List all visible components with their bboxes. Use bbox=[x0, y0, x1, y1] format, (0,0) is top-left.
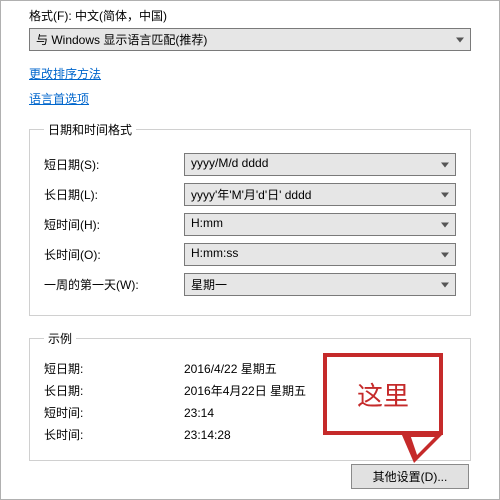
long-date-value: yyyy'年'M'月'd'日' dddd bbox=[191, 188, 311, 202]
long-time-label: 长时间(O): bbox=[44, 246, 184, 263]
example-short-time-label: 短时间: bbox=[44, 404, 184, 421]
first-day-value: 星期一 bbox=[191, 278, 227, 292]
first-day-label: 一周的第一天(W): bbox=[44, 276, 184, 293]
examples-legend: 示例 bbox=[44, 330, 76, 347]
short-date-label: 短日期(S): bbox=[44, 156, 184, 173]
format-combo-value: 与 Windows 显示语言匹配(推荐) bbox=[36, 33, 207, 47]
format-combo[interactable]: 与 Windows 显示语言匹配(推荐) bbox=[29, 28, 471, 51]
other-settings-button[interactable]: 其他设置(D)... bbox=[351, 464, 469, 489]
first-day-combo[interactable]: 星期一 bbox=[184, 273, 456, 296]
examples-group: 示例 短日期: 2016/4/22 星期五 长日期: 2016年4月22日 星期… bbox=[29, 330, 471, 461]
format-label: 格式(F): 中文(简体，中国) bbox=[29, 7, 471, 24]
long-date-label: 长日期(L): bbox=[44, 186, 184, 203]
short-date-value: yyyy/M/d dddd bbox=[191, 156, 268, 170]
language-prefs-link[interactable]: 语言首选项 bbox=[29, 90, 89, 107]
example-short-date-value: 2016/4/22 星期五 bbox=[184, 360, 277, 377]
example-long-time-label: 长时间: bbox=[44, 426, 184, 443]
datetime-format-group: 日期和时间格式 短日期(S): yyyy/M/d dddd 长日期(L): yy… bbox=[29, 121, 471, 316]
change-sort-link[interactable]: 更改排序方法 bbox=[29, 65, 101, 82]
region-settings-window: 格式(F): 中文(简体，中国) 与 Windows 显示语言匹配(推荐) 更改… bbox=[0, 0, 500, 500]
long-time-combo[interactable]: H:mm:ss bbox=[184, 243, 456, 266]
format-section: 格式(F): 中文(简体，中国) 与 Windows 显示语言匹配(推荐) bbox=[29, 7, 471, 51]
example-long-time-value: 23:14:28 bbox=[184, 428, 231, 442]
long-date-combo[interactable]: yyyy'年'M'月'd'日' dddd bbox=[184, 183, 456, 206]
short-time-value: H:mm bbox=[191, 216, 223, 230]
example-long-date-value: 2016年4月22日 星期五 bbox=[184, 382, 306, 399]
example-long-date-label: 长日期: bbox=[44, 382, 184, 399]
example-short-date-label: 短日期: bbox=[44, 360, 184, 377]
datetime-format-legend: 日期和时间格式 bbox=[44, 121, 136, 138]
example-short-time-value: 23:14 bbox=[184, 406, 214, 420]
short-time-label: 短时间(H): bbox=[44, 216, 184, 233]
short-time-combo[interactable]: H:mm bbox=[184, 213, 456, 236]
long-time-value: H:mm:ss bbox=[191, 246, 238, 260]
short-date-combo[interactable]: yyyy/M/d dddd bbox=[184, 153, 456, 176]
